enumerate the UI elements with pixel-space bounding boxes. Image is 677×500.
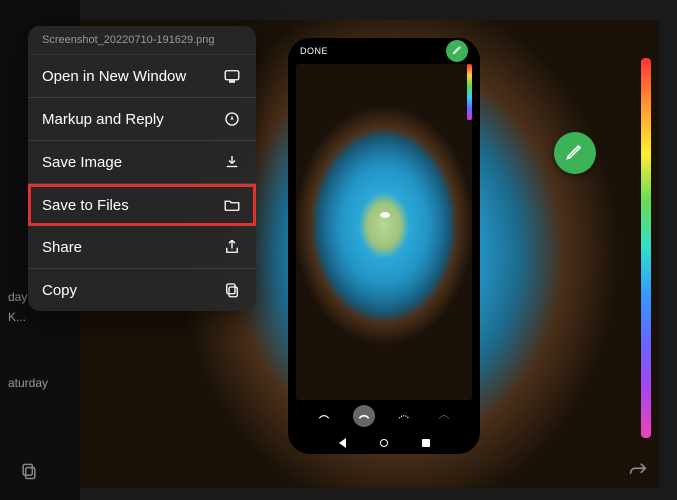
nav-home-button[interactable]	[380, 439, 388, 447]
brush-tool-3[interactable]	[393, 405, 415, 427]
pencil-icon	[452, 42, 463, 60]
bottom-undo-button[interactable]	[625, 460, 651, 486]
phone-preview: DONE	[288, 38, 480, 454]
color-slider-large[interactable]	[641, 58, 651, 438]
android-nav-bar	[288, 432, 480, 454]
edit-fab-small[interactable]	[446, 40, 468, 62]
menu-item-copy[interactable]: Copy	[28, 269, 256, 311]
download-icon	[222, 152, 242, 172]
brush-tool-4[interactable]	[433, 405, 455, 427]
context-menu-title: Screenshot_20220710-191629.png	[28, 26, 256, 55]
nav-recent-button[interactable]	[422, 439, 430, 447]
phone-markup-tools	[288, 400, 480, 432]
nav-back-button[interactable]	[339, 438, 346, 448]
menu-item-label: Copy	[42, 282, 77, 299]
menu-item-open-new-window[interactable]: Open in New Window	[28, 55, 256, 98]
phone-screenshot-image	[296, 64, 472, 400]
brush-tool-2-active[interactable]	[353, 405, 375, 427]
menu-item-label: Share	[42, 239, 82, 256]
window-icon	[222, 66, 242, 86]
context-menu: Screenshot_20220710-191629.png Open in N…	[28, 26, 256, 311]
sidebar-hint: aturday	[8, 376, 80, 390]
undo-icon	[627, 460, 649, 487]
menu-item-label: Save Image	[42, 154, 122, 171]
menu-item-label: Open in New Window	[42, 68, 186, 85]
bottom-copy-button[interactable]	[16, 460, 42, 486]
menu-item-label: Save to Files	[42, 197, 129, 214]
phone-top-bar: DONE	[288, 38, 480, 64]
menu-item-label: Markup and Reply	[42, 111, 164, 128]
folder-icon	[222, 195, 242, 215]
brush-tool-1[interactable]	[313, 405, 335, 427]
menu-item-share[interactable]: Share	[28, 226, 256, 269]
menu-item-save-image[interactable]: Save Image	[28, 141, 256, 184]
share-icon	[222, 237, 242, 257]
markup-icon	[222, 109, 242, 129]
menu-item-markup-reply[interactable]: Markup and Reply	[28, 98, 256, 141]
edit-fab-large[interactable]	[554, 132, 596, 174]
copy-icon	[19, 461, 39, 486]
image-highlight	[380, 212, 390, 218]
pencil-icon	[565, 141, 585, 166]
copy-icon	[222, 280, 242, 300]
sidebar-hint: K...	[8, 310, 80, 324]
done-button[interactable]: DONE	[300, 46, 328, 56]
color-slider-small[interactable]	[467, 64, 472, 120]
menu-item-save-to-files[interactable]: Save to Files	[28, 184, 256, 226]
